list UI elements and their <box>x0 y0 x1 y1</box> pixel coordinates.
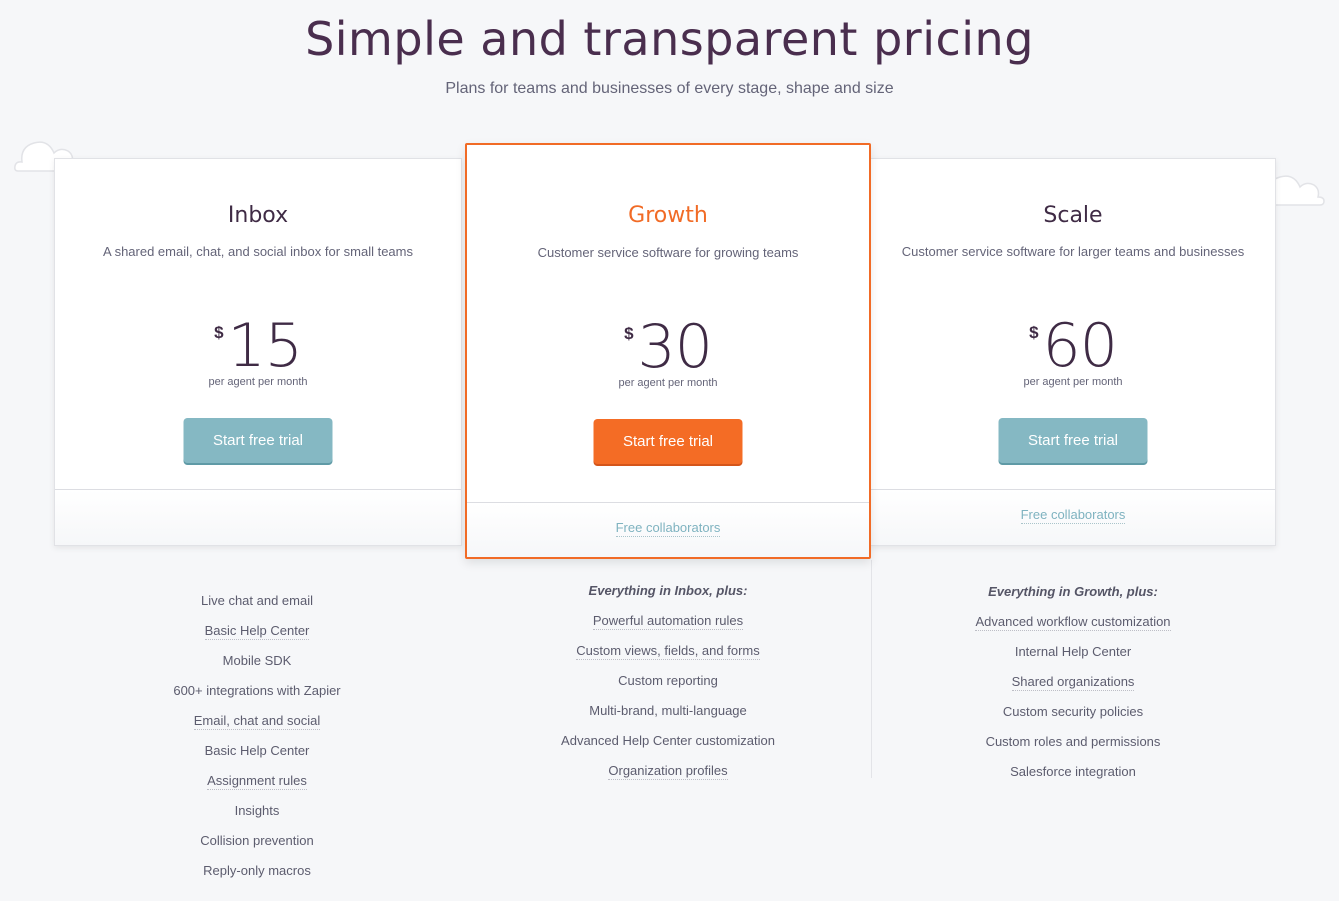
feature-label: Internal Help Center <box>1014 644 1132 659</box>
feature-label: Multi-brand, multi-language <box>589 703 747 718</box>
currency-symbol: $ <box>1029 323 1039 342</box>
feature-label: Custom security policies <box>1002 704 1144 719</box>
feature-label: Salesforce integration <box>1010 764 1136 779</box>
features-heading: Everything in Growth, plus: <box>988 584 1158 599</box>
feature-item: 600+ integrations with Zapier <box>54 681 460 711</box>
plan-price: $30 <box>467 312 869 382</box>
plan-description: A shared email, chat, and social inbox f… <box>103 244 413 259</box>
start-free-trial-button[interactable]: Start free trial <box>998 418 1148 463</box>
feature-label: Advanced Help Center customization <box>561 733 775 748</box>
plan-card-scale: Scale Customer service software for larg… <box>870 158 1276 546</box>
feature-tooltip-link[interactable]: Custom views, fields, and forms <box>576 643 760 660</box>
start-free-trial-button[interactable]: Start free trial <box>593 419 743 464</box>
feature-item: Collision prevention <box>54 831 460 861</box>
feature-item: Multi-brand, multi-language <box>465 701 871 731</box>
feature-item: Internal Help Center <box>870 642 1276 672</box>
free-collaborators-link[interactable]: Free collaborators <box>615 520 721 537</box>
feature-item: Assignment rules <box>54 771 460 801</box>
feature-label: Custom reporting <box>618 673 718 688</box>
currency-symbol: $ <box>214 323 224 342</box>
feature-item: Organization profiles <box>465 761 871 791</box>
price-unit: per agent per month <box>618 377 718 389</box>
feature-tooltip-link[interactable]: Advanced workflow customization <box>975 614 1171 631</box>
page-subtitle: Plans for teams and businesses of every … <box>445 80 894 97</box>
plan-description: Customer service software for larger tea… <box>901 244 1245 259</box>
feature-item: Shared organizations <box>870 672 1276 702</box>
plan-name: Inbox <box>227 203 289 228</box>
feature-tooltip-link[interactable]: Email, chat and social <box>193 713 321 730</box>
feature-item: Powerful automation rules <box>465 611 871 641</box>
feature-tooltip-link[interactable]: Shared organizations <box>1011 674 1135 691</box>
feature-label: Mobile SDK <box>222 653 292 668</box>
feature-item: Custom views, fields, and forms <box>465 641 871 671</box>
price-unit: per agent per month <box>208 376 308 388</box>
feature-item: Advanced Help Center customization <box>465 731 871 761</box>
start-free-trial-button[interactable]: Start free trial <box>183 418 333 463</box>
free-collaborators-link[interactable]: Free collaborators <box>1020 507 1126 524</box>
plan-description: Customer service software for growing te… <box>537 245 799 260</box>
currency-symbol: $ <box>624 324 634 343</box>
features-heading: Everything in Inbox, plus: <box>588 583 748 598</box>
feature-item: Mobile SDK <box>54 651 460 681</box>
feature-item: Custom reporting <box>465 671 871 701</box>
price-amount: 30 <box>637 312 713 382</box>
feature-tooltip-link[interactable]: Powerful automation rules <box>592 613 744 630</box>
plan-card-inbox: Inbox A shared email, chat, and social i… <box>54 158 462 546</box>
feature-item: Salesforce integration <box>870 762 1276 792</box>
card-footer: Free collaborators <box>467 502 869 557</box>
feature-tooltip-link[interactable]: Assignment rules <box>207 773 307 790</box>
feature-item: Custom roles and permissions <box>870 732 1276 762</box>
features-list-scale: Everything in Growth, plus: Advanced work… <box>870 582 1276 792</box>
feature-item: Reply-only macros <box>54 861 460 891</box>
feature-label: Custom roles and permissions <box>985 734 1161 749</box>
feature-tooltip-link[interactable]: Organization profiles <box>608 763 728 780</box>
feature-item: Custom security policies <box>870 702 1276 732</box>
feature-label: 600+ integrations with Zapier <box>173 683 341 698</box>
card-footer: Free collaborators <box>871 489 1275 545</box>
price-unit: per agent per month <box>1023 376 1123 388</box>
plan-price: $15 <box>55 311 461 381</box>
feature-item: Basic Help Center <box>54 741 460 771</box>
card-footer <box>55 489 461 545</box>
feature-label: Basic Help Center <box>204 743 310 758</box>
feature-label: Reply-only macros <box>203 863 311 878</box>
feature-item: Live chat and email <box>54 591 460 621</box>
feature-tooltip-link[interactable]: Basic Help Center <box>204 623 310 640</box>
feature-label: Collision prevention <box>200 833 314 848</box>
plan-name: Growth <box>628 203 708 228</box>
feature-item: Basic Help Center <box>54 621 460 651</box>
feature-item: Insights <box>54 801 460 831</box>
plan-name: Scale <box>1043 203 1103 228</box>
page-title: Simple and transparent pricing <box>305 12 1034 66</box>
price-amount: 60 <box>1042 311 1118 381</box>
features-list-growth: Everything in Inbox, plus: Powerful autom… <box>465 581 871 791</box>
feature-item: Email, chat and social <box>54 711 460 741</box>
feature-label: Live chat and email <box>200 593 313 608</box>
features-list-inbox: Live chat and email Basic Help Center Mobi… <box>54 591 460 891</box>
plan-price: $60 <box>871 311 1275 381</box>
feature-label: Insights <box>234 803 280 818</box>
feature-item: Advanced workflow customization <box>870 612 1276 642</box>
price-amount: 15 <box>227 311 303 381</box>
plan-card-growth: Growth Customer service software for gro… <box>465 143 871 559</box>
